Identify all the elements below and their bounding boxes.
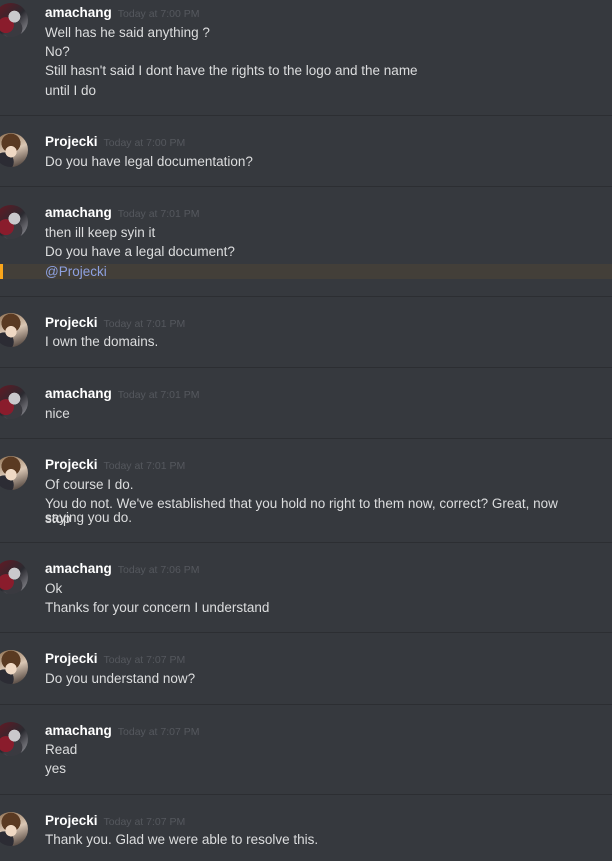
avatar-amachang[interactable] [0,560,28,594]
message-line: No? [45,44,70,59]
message-line: Thanks for your concern I understand [45,600,270,615]
message-line: Thank you. Glad we were able to resolve … [45,832,319,847]
message-line: saying you do. [45,510,133,525]
mention-projecki[interactable]: @Projecki [45,264,107,279]
message-divider [0,794,612,795]
author-name[interactable]: Projecki Today at 7:01 PM [45,457,185,472]
message-line: Still hasn't said I dont have the rights… [45,63,418,78]
message-divider [0,367,612,368]
author-name[interactable]: Projecki Today at 7:07 PM [45,651,185,666]
timestamp: Today at 7:07 PM [103,654,186,666]
message-divider [0,296,612,297]
message-line: nice [45,406,70,421]
message-divider [0,542,612,543]
author-name[interactable]: Projecki Today at 7:01 PM [45,315,185,330]
message-line: I own the domains. [45,334,159,349]
timestamp: Today at 7:01 PM [103,460,186,472]
timestamp: Today at 7:01 PM [117,208,200,220]
message-divider [0,186,612,187]
avatar-projecki[interactable] [0,313,28,347]
message-line: Of course I do. [45,477,134,492]
timestamp: Today at 7:06 PM [117,564,200,576]
timestamp: Today at 7:00 PM [117,8,200,20]
message-line: Ok [45,581,63,596]
message-divider [0,632,612,633]
message-line: yes [45,761,67,776]
author-name[interactable]: amachang Today at 7:07 PM [45,723,200,738]
timestamp: Today at 7:01 PM [103,318,186,330]
avatar-amachang[interactable] [0,722,28,756]
author-name[interactable]: amachang Today at 7:00 PM [45,5,200,20]
message-line: then ill keep syin it [45,225,156,240]
message-line: Well has he said anything ? [45,25,210,40]
message-divider [0,115,612,116]
message-line: until I do [45,83,97,98]
author-name[interactable]: amachang Today at 7:01 PM [45,386,200,401]
timestamp: Today at 7:07 PM [103,816,186,828]
avatar-projecki[interactable] [0,650,28,684]
timestamp: Today at 7:07 PM [117,726,200,738]
avatar-projecki[interactable] [0,456,28,490]
message-line: Do you have legal documentation? [45,154,253,169]
avatar-amachang[interactable] [0,205,28,239]
author-name[interactable]: Projecki Today at 7:07 PM [45,813,185,828]
message-line: Read [45,742,78,757]
author-name[interactable]: amachang Today at 7:06 PM [45,561,200,576]
message-divider [0,438,612,439]
avatar-amachang[interactable] [0,3,28,37]
avatar-projecki[interactable] [0,812,28,846]
timestamp: Today at 7:00 PM [103,137,186,149]
avatar-projecki[interactable] [0,133,28,167]
message-line: Do you understand now? [45,671,196,686]
author-name[interactable]: amachang Today at 7:01 PM [45,205,200,220]
timestamp: Today at 7:01 PM [117,389,200,401]
message-divider [0,704,612,705]
avatar-amachang[interactable] [0,385,28,419]
author-name[interactable]: Projecki Today at 7:00 PM [45,134,185,149]
message-line: Do you have a legal document? [45,244,235,259]
